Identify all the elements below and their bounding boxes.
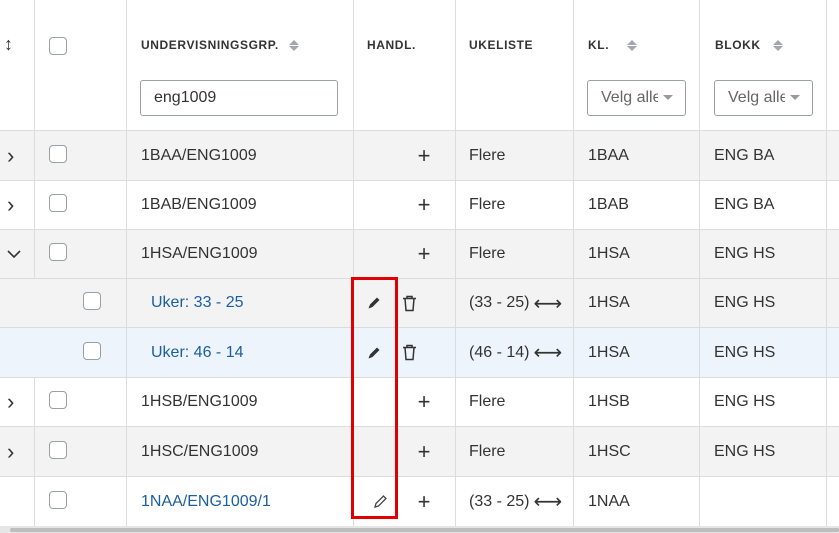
row-checkbox[interactable] [49,440,67,459]
group-name: 1HSA/ENG1009 [141,245,258,262]
ukeliste-value: (33 - 25) ⟷ [469,279,562,327]
column-header-blokk[interactable]: BLOKK [715,38,783,52]
row-checkbox[interactable] [49,391,67,409]
blokk-value: ENG BA [714,196,775,213]
swap-arrow-icon[interactable]: ⟷ [533,340,562,365]
pencil-icon[interactable] [366,279,382,327]
ukeliste-value: (33 - 25) ⟷ [469,477,562,526]
swap-arrow-icon[interactable]: ⟷ [533,291,562,316]
table-row[interactable]: Uker: 46 - 14 (46 - 14) ⟷ 1HSA ENG HS [0,328,839,378]
table-row[interactable]: › 1HSC/ENG1009 + Flere 1HSC ENG HS [0,427,839,477]
group-name: 1HSC/ENG1009 [141,442,259,460]
kl-filter-select[interactable]: Velg alle [587,80,686,116]
expand-chevron-icon[interactable]: › [7,131,14,180]
kl-value: 1HSA [588,343,630,361]
ukeliste-range: (46 - 14) [469,343,530,361]
table-row[interactable]: › 1BAB/ENG1009 + Flere 1BAB ENG BA [0,181,839,230]
kl-value: 1BAB [588,196,629,213]
row-checkbox[interactable] [49,243,67,261]
group-name: 1BAA/ENG1009 [141,146,257,164]
table-row[interactable]: › 1BAA/ENG1009 + Flere 1BAA ENG BA [0,131,839,181]
column-header-ukeliste: UKELISTE [469,38,533,52]
pencil-icon[interactable] [366,328,382,377]
week-range-link[interactable]: Uker: 33 - 25 [151,279,243,327]
group-name: 1BAB/ENG1009 [141,196,257,213]
row-checkbox[interactable] [49,194,67,212]
kl-value: 1HSC [588,442,631,460]
ukeliste-range: (33 - 25) [469,492,530,510]
blokk-value: ENG BA [714,146,775,164]
expand-chevron-icon[interactable]: › [7,181,14,229]
column-header-undervisningsgrp[interactable]: UNDERVISNINGSGRP. [141,38,299,52]
column-header-handl: HANDL. [367,38,416,52]
pencil-outline-icon[interactable] [372,477,389,526]
swap-arrow-icon[interactable]: ⟷ [533,489,562,514]
select-placeholder: Velg alle [728,89,785,106]
group-name: 1HSB/ENG1009 [141,393,258,410]
table-row[interactable]: › 1HSB/ENG1009 + Flere 1HSB ENG HS [0,378,839,427]
blokk-value: ENG HS [714,442,776,460]
blokk-value: ENG HS [714,343,776,361]
blokk-filter-select[interactable]: Velg alle [714,80,813,116]
column-header-label: UNDERVISNINGSGRP. [141,38,279,52]
ukeliste-value: Flere [469,146,506,164]
kl-value: 1HSA [588,294,630,311]
sort-icon[interactable] [772,39,783,51]
trash-icon[interactable] [402,279,417,327]
sort-icon[interactable] [288,39,299,51]
ukeliste-value: Flere [469,196,506,213]
chevron-down-icon [663,95,673,100]
column-header-label: UKELISTE [469,38,534,52]
blokk-value: ENG HS [714,393,776,410]
trash-icon[interactable] [402,328,417,377]
select-all-checkbox[interactable] [49,37,67,55]
column-header-kl[interactable]: KL. [588,38,638,52]
plus-icon[interactable]: + [414,194,434,216]
table-row[interactable]: 1HSA/ENG1009 + Flere 1HSA ENG HS [0,230,839,279]
kl-value: 1NAA [588,492,630,510]
expand-chevron-icon[interactable]: › [7,378,14,426]
plus-icon[interactable]: + [414,440,434,463]
column-header-label: KL. [588,38,610,52]
blokk-value: ENG HS [714,294,776,311]
row-checkbox[interactable] [49,490,67,509]
sort-icon[interactable] [627,39,638,51]
chevron-down-icon [790,95,800,100]
ukeliste-range: (33 - 25) [469,294,530,311]
week-range-link[interactable]: Uker: 46 - 14 [151,328,243,377]
expand-chevron-icon[interactable]: › [7,427,14,476]
ukeliste-value: Flere [469,245,506,262]
scrollbar-thumb[interactable] [10,528,839,532]
kl-value: 1HSB [588,393,630,410]
ukeliste-value: (46 - 14) ⟷ [469,328,562,377]
plus-icon[interactable]: + [414,391,434,413]
group-name-link[interactable]: 1NAA/ENG1009/1 [141,477,271,526]
column-header-label: HANDL. [367,38,416,52]
row-checkbox[interactable] [83,292,101,310]
plus-icon[interactable]: + [414,243,434,265]
kl-value: 1HSA [588,245,630,262]
collapse-chevron-icon[interactable] [6,230,22,278]
column-header-label: BLOKK [715,38,761,52]
table-row[interactable]: 1NAA/ENG1009/1 + (33 - 25) ⟷ 1NAA [0,477,839,526]
table-row[interactable]: Uker: 33 - 25 (33 - 25) ⟷ 1HSA ENG HS [0,279,839,328]
plus-icon[interactable]: + [414,144,434,167]
blokk-value: ENG HS [714,245,776,262]
row-checkbox[interactable] [49,144,67,163]
row-checkbox[interactable] [83,341,101,360]
ukeliste-value: Flere [469,442,506,460]
table-header: ↕ UNDERVISNINGSGRP. HANDL. UKELISTE KL. … [0,0,839,131]
kl-value: 1BAA [588,146,629,164]
sort-toggle-icon[interactable]: ↕ [4,34,13,55]
undervisningsgrp-filter-input[interactable] [140,80,338,116]
plus-icon[interactable]: + [414,490,434,513]
select-placeholder: Velg alle [601,89,658,106]
ukeliste-value: Flere [469,393,506,410]
